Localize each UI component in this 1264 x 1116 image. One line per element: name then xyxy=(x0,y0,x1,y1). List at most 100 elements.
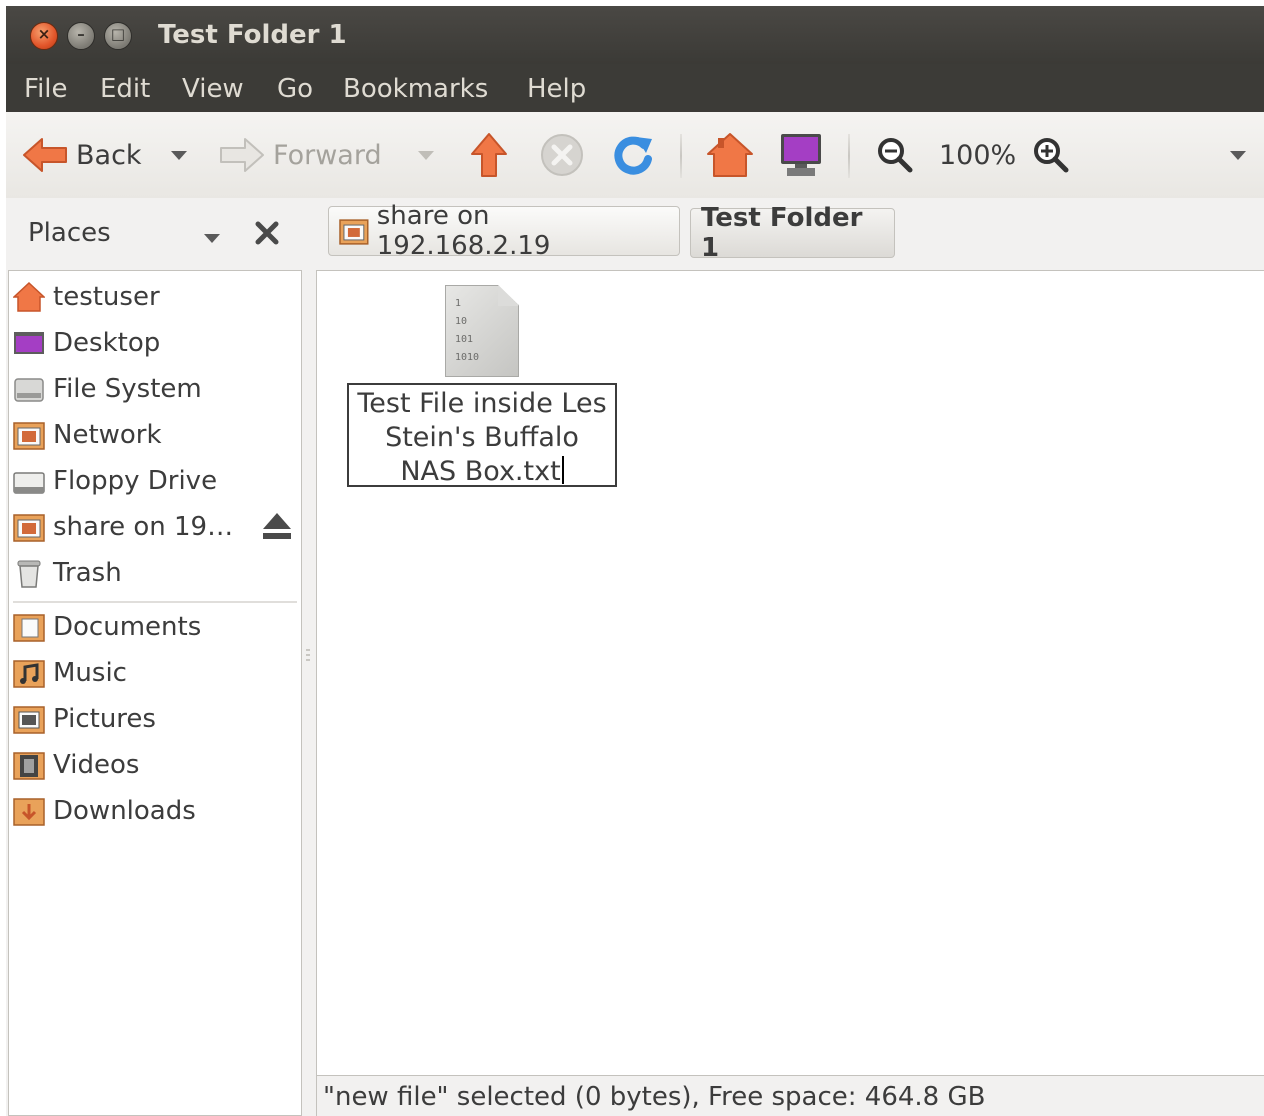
chevron-down-icon xyxy=(418,150,434,160)
zoom-out-icon xyxy=(878,138,913,173)
maximize-icon: □ xyxy=(110,25,126,43)
reload-icon xyxy=(614,136,652,175)
breadcrumb-share[interactable]: share on 192.168.2.19 xyxy=(328,201,680,261)
chevron-down-icon xyxy=(171,150,187,160)
sidebar-item-label: Videos xyxy=(53,750,140,780)
close-icon: × xyxy=(37,25,51,43)
sidebar-item-network-share[interactable]: share on 19… xyxy=(13,505,297,549)
places-dropdown[interactable] xyxy=(204,234,220,243)
sidebar-resize-handle[interactable] xyxy=(304,646,312,666)
places-sidebar: testuser Desktop File System Network Flo… xyxy=(8,270,302,1116)
zoom-out-button[interactable] xyxy=(876,132,914,178)
window-title: Test Folder 1 xyxy=(158,20,347,50)
zoom-in-icon xyxy=(1034,138,1069,173)
sidebar-item-desktop[interactable]: Desktop xyxy=(13,321,297,365)
status-text: "new file" selected (0 bytes), Free spac… xyxy=(323,1082,986,1112)
sidebar-item-label: testuser xyxy=(53,282,160,312)
chevron-down-icon xyxy=(1230,150,1246,160)
documents-folder-icon xyxy=(13,614,45,642)
desktop-icon xyxy=(14,332,44,354)
location-bar: Places share on 192.168.2.19 Test Folder… xyxy=(6,198,1264,270)
sidebar-item-floppy-drive[interactable]: Floppy Drive xyxy=(13,459,297,503)
network-share-icon xyxy=(13,514,45,542)
music-folder-icon xyxy=(13,660,45,688)
text-cursor xyxy=(561,456,564,484)
up-button[interactable] xyxy=(470,132,508,178)
toolbar-separator xyxy=(848,134,850,178)
sidebar-item-label: Floppy Drive xyxy=(53,466,218,496)
network-share-icon xyxy=(339,219,369,245)
breadcrumb-current-folder[interactable]: Test Folder 1 xyxy=(690,203,895,263)
stop-icon xyxy=(541,134,583,176)
back-button[interactable]: Back xyxy=(22,132,142,178)
maximize-window-button[interactable]: □ xyxy=(104,22,132,50)
text-file-icon-content: 1 10 101 1010 xyxy=(455,298,480,363)
minimize-icon: – xyxy=(77,25,85,43)
text-file-icon-fold xyxy=(498,285,519,306)
zoom-level-button[interactable]: 100% xyxy=(939,132,1016,178)
menu-bar: File Edit View Go Bookmarks Help xyxy=(6,64,1264,112)
sidebar-item-label: Trash xyxy=(53,558,122,588)
breadcrumb-current-label: Test Folder 1 xyxy=(701,203,863,263)
breadcrumb-share-label: share on 192.168.2.19 xyxy=(376,201,551,261)
places-selector-label[interactable]: Places xyxy=(28,218,111,248)
toolbar-overflow-button[interactable] xyxy=(1230,132,1246,178)
computer-button[interactable] xyxy=(778,132,824,178)
forward-label: Forward xyxy=(273,139,382,171)
sidebar-item-downloads[interactable]: Downloads xyxy=(13,789,297,833)
status-bar: "new file" selected (0 bytes), Free spac… xyxy=(316,1076,1264,1116)
rename-field-text: Test File inside Les Stein's Buffalo NAS… xyxy=(357,388,607,487)
sidebar-item-documents[interactable]: Documents xyxy=(13,605,297,649)
sidebar-item-music[interactable]: Music xyxy=(13,651,297,695)
sidebar-item-label: Documents xyxy=(53,612,202,642)
downloads-folder-icon xyxy=(13,798,45,826)
pictures-folder-icon xyxy=(13,706,45,734)
sidebar-item-label: Network xyxy=(53,420,162,450)
menu-go[interactable]: Go xyxy=(277,74,313,104)
reload-button[interactable] xyxy=(612,132,654,178)
close-window-button[interactable]: × xyxy=(30,22,58,50)
chevron-down-icon xyxy=(204,234,220,243)
videos-folder-icon xyxy=(13,752,45,780)
menu-bookmarks[interactable]: Bookmarks xyxy=(343,74,488,104)
forward-history-dropdown[interactable] xyxy=(418,132,434,178)
forward-button[interactable]: Forward xyxy=(219,132,382,178)
zoom-in-button[interactable] xyxy=(1032,132,1070,178)
stop-button[interactable] xyxy=(540,132,584,178)
sidebar-separator xyxy=(13,601,297,603)
sidebar-item-videos[interactable]: Videos xyxy=(13,743,297,787)
file-manager-window: × – □ Test Folder 1 File Edit View Go Bo… xyxy=(6,6,1264,1116)
minimize-window-button[interactable]: – xyxy=(67,22,95,50)
sidebar-item-label: Desktop xyxy=(53,328,161,358)
network-folder-icon xyxy=(13,422,45,450)
sidebar-item-network[interactable]: Network xyxy=(13,413,297,457)
menu-help[interactable]: Help xyxy=(527,74,586,104)
up-arrow-icon xyxy=(471,133,507,177)
floppy-drive-icon xyxy=(13,472,45,494)
trash-icon xyxy=(17,560,41,588)
home-icon xyxy=(707,133,753,177)
menu-file[interactable]: File xyxy=(24,74,68,104)
menu-view[interactable]: View xyxy=(182,74,244,104)
computer-icon xyxy=(781,134,821,176)
toolbar: Back Forward 100% xyxy=(6,112,1264,198)
sidebar-item-label: File System xyxy=(53,374,202,404)
toolbar-separator xyxy=(680,134,682,178)
zoom-level: 100% xyxy=(939,139,1017,171)
sidebar-item-pictures[interactable]: Pictures xyxy=(13,697,297,741)
hard-drive-icon xyxy=(14,378,44,402)
back-history-dropdown[interactable] xyxy=(171,132,187,178)
sidebar-item-label: share on 19… xyxy=(53,512,234,542)
eject-icon[interactable] xyxy=(261,511,293,541)
sidebar-item-home[interactable]: testuser xyxy=(13,275,297,319)
home-button[interactable] xyxy=(706,132,754,178)
sidebar-item-label: Music xyxy=(53,658,127,688)
menu-edit[interactable]: Edit xyxy=(100,74,150,104)
close-sidebar-icon[interactable] xyxy=(254,220,280,246)
rename-field[interactable]: Test File inside Les Stein's Buffalo NAS… xyxy=(347,383,617,487)
forward-arrow-icon xyxy=(220,138,264,172)
sidebar-item-trash[interactable]: Trash xyxy=(13,551,297,595)
back-label: Back xyxy=(76,139,142,171)
sidebar-item-file-system[interactable]: File System xyxy=(13,367,297,411)
file-view[interactable]: 1 10 101 1010 Test File inside Les Stein… xyxy=(316,270,1264,1076)
